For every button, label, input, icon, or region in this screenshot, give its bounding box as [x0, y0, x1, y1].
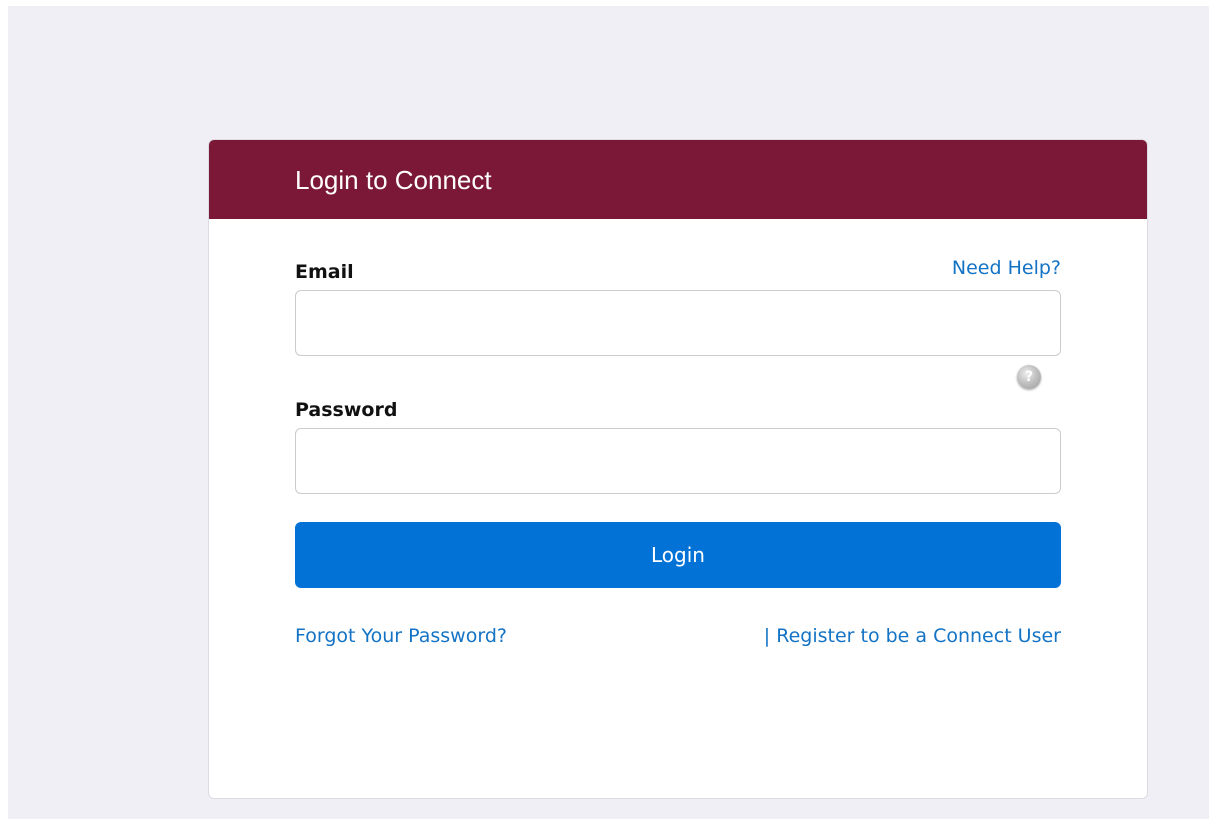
register-link[interactable]: Register to be a Connect User — [776, 625, 1061, 647]
page-title: Login to Connect — [295, 165, 492, 195]
forgot-password-link[interactable]: Forgot Your Password? — [295, 623, 507, 649]
email-label: Email — [295, 261, 354, 283]
password-field[interactable] — [295, 428, 1061, 494]
card-header: Login to Connect — [209, 140, 1147, 219]
need-help-link[interactable]: Need Help? — [952, 255, 1061, 281]
login-button[interactable]: Login — [295, 522, 1061, 588]
login-card: Login to Connect Email Need Help? ? Pass… — [208, 139, 1148, 799]
password-label: Password — [295, 399, 398, 421]
link-separator: | — [763, 625, 771, 647]
email-field[interactable] — [295, 290, 1061, 356]
register-row: | Register to be a Connect User — [764, 623, 1061, 649]
question-mark-icon[interactable]: ? — [1017, 365, 1041, 389]
